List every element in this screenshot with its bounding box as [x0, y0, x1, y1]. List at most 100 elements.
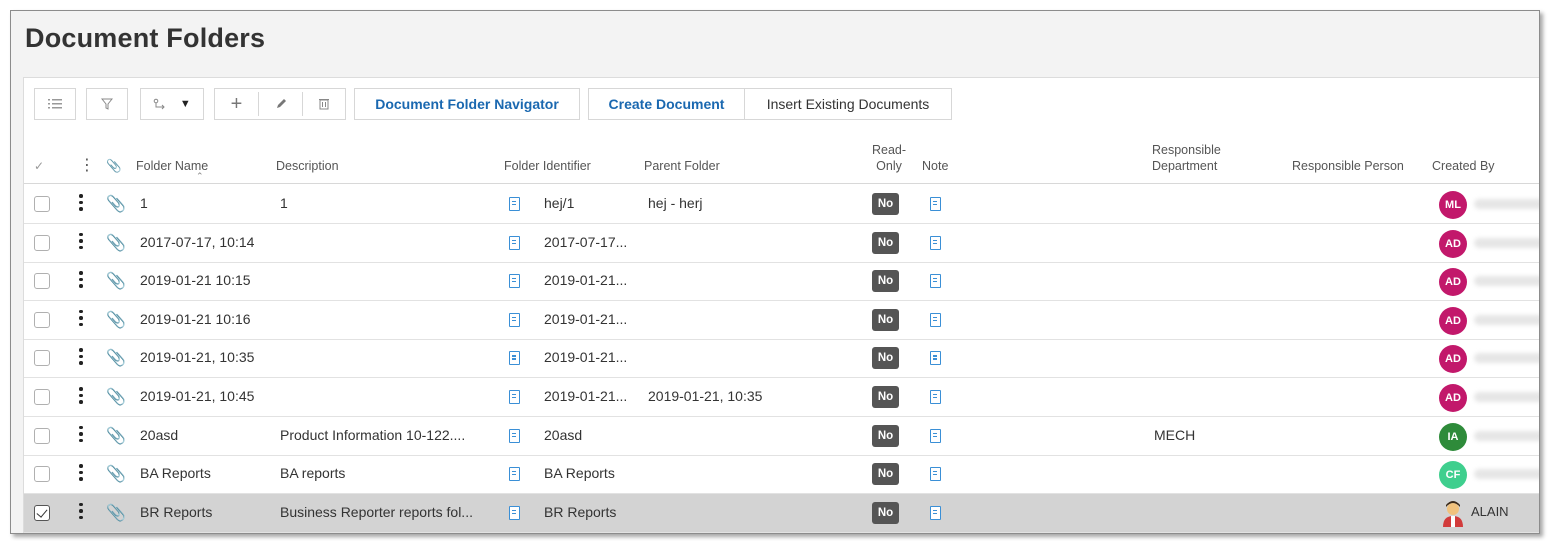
paperclip-icon[interactable]: 📎: [106, 348, 126, 368]
page-title: Document Folders: [25, 23, 266, 53]
user-photo-avatar[interactable]: [1441, 500, 1465, 527]
document-icon[interactable]: [509, 428, 520, 443]
avatar[interactable]: AD: [1439, 345, 1467, 374]
document-icon[interactable]: [509, 505, 520, 520]
create-document-button[interactable]: Create Document: [588, 88, 744, 120]
table-row[interactable]: 📎 2019-01-21, 10:35 2019-01-21... No AD: [24, 339, 1539, 379]
document-icon[interactable]: [509, 312, 520, 327]
filter-button[interactable]: [86, 88, 128, 120]
row-checkbox[interactable]: [34, 311, 50, 328]
col-folder-identifier[interactable]: Folder Identifier: [504, 158, 591, 174]
blurred-username: [1474, 314, 1539, 325]
document-icon[interactable]: [509, 274, 520, 289]
row-menu-kebab-icon[interactable]: [79, 387, 83, 407]
avatar[interactable]: AD: [1439, 229, 1467, 258]
share-dropdown-button[interactable]: ▼: [140, 88, 204, 120]
note-document-icon[interactable]: [930, 274, 941, 289]
cell-folder-name: 2019-01-21 10:16: [140, 310, 251, 327]
note-document-icon[interactable]: [930, 505, 941, 520]
col-note[interactable]: Note: [922, 158, 948, 174]
row-checkbox[interactable]: [34, 427, 50, 444]
document-icon[interactable]: [509, 467, 520, 482]
document-icon[interactable]: [509, 351, 520, 366]
row-checkbox[interactable]: [34, 234, 50, 251]
insert-existing-documents-button[interactable]: Insert Existing Documents: [744, 88, 952, 120]
blurred-username: [1474, 430, 1539, 441]
row-menu-kebab-icon[interactable]: [79, 194, 83, 214]
row-checkbox[interactable]: [34, 273, 50, 290]
cell-folder-identifier: 2017-07-17...: [544, 233, 628, 250]
col-responsible-department[interactable]: Responsible Department: [1152, 142, 1221, 174]
kebab-icon[interactable]: ⋮: [79, 158, 95, 174]
note-document-icon[interactable]: [930, 351, 941, 366]
row-checkbox[interactable]: [34, 504, 50, 521]
row-menu-kebab-icon[interactable]: [79, 464, 83, 484]
avatar[interactable]: AD: [1439, 268, 1467, 297]
avatar[interactable]: CF: [1439, 461, 1467, 490]
paperclip-icon[interactable]: 📎: [106, 271, 126, 291]
checkmark-icon[interactable]: ✓: [34, 158, 44, 174]
delete-button[interactable]: [303, 88, 346, 120]
row-menu-kebab-icon[interactable]: [79, 502, 83, 523]
note-document-icon[interactable]: [930, 235, 941, 250]
row-checkbox[interactable]: [34, 350, 50, 367]
col-read-only[interactable]: Read- Only: [872, 142, 906, 174]
paperclip-icon: 📎: [106, 159, 122, 173]
table-row[interactable]: 📎 2019-01-21 10:16 2019-01-21... No AD: [24, 301, 1539, 340]
paperclip-icon[interactable]: 📎: [106, 503, 126, 523]
document-icon[interactable]: [509, 390, 520, 404]
row-menu-kebab-icon[interactable]: [79, 348, 83, 368]
col-responsible-person[interactable]: Responsible Person: [1292, 158, 1404, 174]
edit-button[interactable]: [259, 88, 302, 120]
paperclip-icon[interactable]: 📎: [106, 233, 126, 253]
note-document-icon[interactable]: [930, 467, 941, 482]
document-folder-navigator-button[interactable]: Document Folder Navigator: [354, 88, 580, 120]
note-document-icon[interactable]: [930, 197, 941, 211]
window-frame: Document Folders ▼ + Document Folder Nav…: [10, 10, 1540, 534]
cell-folder-identifier: BA Reports: [544, 465, 615, 482]
avatar[interactable]: AD: [1439, 306, 1467, 335]
plus-icon: +: [230, 93, 243, 115]
row-menu-kebab-icon[interactable]: [79, 271, 83, 291]
paperclip-icon[interactable]: 📎: [106, 464, 126, 484]
add-button[interactable]: +: [214, 88, 258, 120]
cell-folder-name: 2019-01-21, 10:35: [140, 349, 255, 366]
read-only-badge: No: [872, 424, 899, 447]
row-checkbox[interactable]: [34, 196, 50, 212]
cell-folder-identifier: hej/1: [544, 195, 575, 211]
paperclip-icon[interactable]: 📎: [106, 387, 126, 407]
col-parent-folder[interactable]: Parent Folder: [644, 158, 720, 174]
avatar[interactable]: ML: [1439, 191, 1467, 219]
avatar[interactable]: AD: [1439, 384, 1467, 412]
note-document-icon[interactable]: [930, 390, 941, 404]
table-row[interactable]: 📎 BA Reports BA reports BA Reports No CF: [24, 455, 1539, 495]
col-created-by[interactable]: Created By: [1432, 158, 1495, 174]
list-view-button[interactable]: [34, 88, 76, 120]
table-row[interactable]: 📎 BR Reports Business Reporter reports f…: [24, 493, 1539, 533]
paperclip-icon[interactable]: 📎: [106, 310, 126, 330]
row-menu-kebab-icon[interactable]: [79, 309, 83, 330]
filter-icon: [101, 98, 113, 110]
read-only-badge: No: [872, 270, 899, 293]
table-row[interactable]: 📎 2019-01-21 10:15 2019-01-21... No AD: [24, 262, 1539, 302]
col-description[interactable]: Description: [276, 158, 339, 174]
note-document-icon[interactable]: [930, 312, 941, 327]
paperclip-icon[interactable]: 📎: [106, 426, 126, 446]
cell-folder-name: BA Reports: [140, 465, 211, 482]
share-icon: [153, 98, 165, 110]
note-document-icon[interactable]: [930, 428, 941, 443]
col-resp-dept-line1: Responsible: [1152, 143, 1221, 157]
row-checkbox[interactable]: [34, 389, 50, 405]
row-checkbox[interactable]: [34, 466, 50, 483]
document-icon[interactable]: [509, 235, 520, 250]
table-row[interactable]: 📎 20asd Product Information 10-122.... 2…: [24, 417, 1539, 456]
avatar[interactable]: IA: [1439, 422, 1467, 451]
row-menu-kebab-icon[interactable]: [79, 425, 83, 446]
table-row[interactable]: 📎 1 1 hej/1 hej - herj No ML: [24, 185, 1539, 224]
read-only-badge: No: [872, 193, 899, 215]
paperclip-icon[interactable]: 📎: [106, 194, 126, 214]
document-icon[interactable]: [509, 197, 520, 211]
table-row[interactable]: 📎 2019-01-21, 10:45 2019-01-21... 2019-0…: [24, 378, 1539, 417]
row-menu-kebab-icon[interactable]: [79, 232, 83, 253]
table-row[interactable]: 📎 2017-07-17, 10:14 2017-07-17... No AD: [24, 224, 1539, 263]
